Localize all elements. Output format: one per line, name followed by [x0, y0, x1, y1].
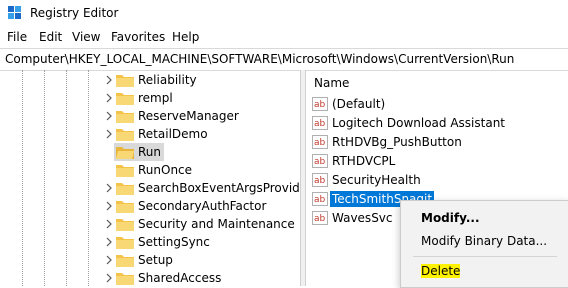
- string-value-icon: ab: [312, 211, 328, 225]
- value-row-securityhealth[interactable]: ab SecurityHealth: [312, 171, 568, 189]
- folder-open-icon: [116, 147, 134, 159]
- tree-item-runonce[interactable]: RunOnce: [104, 161, 300, 179]
- folder-icon: [116, 255, 134, 267]
- folder-icon: [116, 201, 134, 213]
- chevron-right-icon[interactable]: [104, 236, 114, 248]
- address-path[interactable]: Computer\HKEY_LOCAL_MACHINE\SOFTWARE\Mic…: [5, 52, 514, 66]
- key-tree[interactable]: Reliability rempl ReserveManager RetailD…: [0, 70, 300, 286]
- folder-icon: [116, 93, 134, 105]
- chevron-right-icon[interactable]: [104, 254, 114, 266]
- chevron-right-icon[interactable]: [104, 272, 114, 284]
- value-name: RTHDVCPL: [332, 154, 396, 168]
- tree-item-label: Reliability: [138, 73, 197, 87]
- tree-item-searchboxeventargsprovider[interactable]: SearchBoxEventArgsProvide: [104, 179, 300, 197]
- tree-item-label: Security and Maintenance: [138, 217, 295, 231]
- menu-item-modify[interactable]: Modify...: [421, 211, 480, 225]
- tree-item-sharedaccess[interactable]: SharedAccess: [104, 269, 300, 286]
- menu-edit[interactable]: Edit: [39, 30, 62, 44]
- menu-separator: [413, 256, 557, 257]
- svg-text:ab: ab: [314, 214, 326, 224]
- value-row-default[interactable]: ab (Default): [312, 95, 568, 113]
- tree-guide-line: [22, 70, 23, 286]
- tree-item-label: SharedAccess: [138, 271, 222, 285]
- tree-item-label: RetailDemo: [138, 127, 208, 141]
- folder-icon: [116, 219, 134, 231]
- menu-bar: File Edit View Favorites Help: [0, 27, 568, 47]
- chevron-right-icon[interactable]: [104, 128, 114, 140]
- tree-item-secondaryauthfactor[interactable]: SecondaryAuthFactor: [104, 197, 300, 215]
- folder-icon: [116, 237, 134, 249]
- context-menu: Modify... Modify Binary Data... Delete: [400, 200, 568, 288]
- value-name: Logitech Download Assistant: [332, 116, 506, 130]
- string-value-icon: ab: [312, 173, 328, 187]
- value-row-rthdvbg[interactable]: ab RtHDVBg_PushButton: [312, 133, 568, 151]
- tree-item-label: SecondaryAuthFactor: [138, 199, 267, 213]
- value-row-rthdvcpl[interactable]: ab RTHDVCPL: [312, 152, 568, 170]
- tree-item-label: ReserveManager: [138, 109, 239, 123]
- tree-item-label: Run: [138, 145, 162, 159]
- value-row-logitech[interactable]: ab Logitech Download Assistant: [312, 114, 568, 132]
- tree-item-label: RunOnce: [138, 163, 193, 177]
- menu-favorites[interactable]: Favorites: [111, 30, 165, 44]
- chevron-right-icon[interactable]: [104, 182, 114, 194]
- tree-item-settingsync[interactable]: SettingSync: [104, 233, 300, 251]
- svg-text:ab: ab: [314, 176, 326, 186]
- tree-guide-line: [88, 70, 89, 286]
- folder-icon: [116, 165, 134, 177]
- string-value-icon: ab: [312, 154, 328, 168]
- tree-item-security-and-maintenance[interactable]: Security and Maintenance: [104, 215, 300, 233]
- tree-item-label: rempl: [138, 91, 173, 105]
- value-name: WavesSvc: [332, 211, 393, 225]
- svg-text:ab: ab: [314, 195, 326, 205]
- chevron-right-icon[interactable]: [104, 92, 114, 104]
- address-bar[interactable]: Computer\HKEY_LOCAL_MACHINE\SOFTWARE\Mic…: [0, 48, 568, 71]
- window-title: Registry Editor: [30, 6, 119, 20]
- value-name: (Default): [332, 97, 386, 111]
- chevron-right-icon[interactable]: [104, 218, 114, 230]
- chevron-right-icon[interactable]: [104, 200, 114, 212]
- tree-item-reliability[interactable]: Reliability: [104, 71, 300, 89]
- registry-editor-icon: [8, 6, 21, 19]
- column-header-name[interactable]: Name: [306, 70, 568, 94]
- value-name: RtHDVBg_PushButton: [332, 135, 462, 149]
- string-value-icon: ab: [312, 135, 328, 149]
- folder-icon: [116, 111, 134, 123]
- tree-item-label: SearchBoxEventArgsProvide: [138, 181, 300, 195]
- chevron-right-icon[interactable]: [104, 74, 114, 86]
- menu-file[interactable]: File: [7, 30, 27, 44]
- folder-icon: [116, 129, 134, 141]
- tree-item-label: SettingSync: [138, 235, 210, 249]
- tree-item-run[interactable]: Run: [104, 143, 300, 161]
- menu-view[interactable]: View: [72, 30, 100, 44]
- value-name: SecurityHealth: [332, 173, 421, 187]
- folder-icon: [116, 183, 134, 195]
- tree-item-reservemanager[interactable]: ReserveManager: [104, 107, 300, 125]
- chevron-right-icon[interactable]: [104, 110, 114, 122]
- tree-item-setup[interactable]: Setup: [104, 251, 300, 269]
- string-value-icon: ab: [312, 116, 328, 130]
- svg-text:ab: ab: [314, 157, 326, 167]
- tree-item-rempl[interactable]: rempl: [104, 89, 300, 107]
- tree-guide-line: [66, 70, 67, 286]
- svg-text:ab: ab: [314, 100, 326, 110]
- string-value-icon: ab: [312, 97, 328, 111]
- string-value-icon: ab: [312, 192, 328, 206]
- folder-icon: [116, 75, 134, 87]
- tree-item-label: Setup: [138, 253, 173, 267]
- tree-guide-line: [44, 70, 45, 286]
- menu-item-modify-binary[interactable]: Modify Binary Data...: [421, 234, 547, 248]
- column-header-label: Name: [314, 76, 350, 90]
- tree-item-retaildemo[interactable]: RetailDemo: [104, 125, 300, 143]
- title-bar: Registry Editor: [0, 0, 568, 26]
- svg-text:ab: ab: [314, 119, 326, 129]
- menu-help[interactable]: Help: [172, 30, 199, 44]
- menu-item-delete[interactable]: Delete: [421, 264, 461, 278]
- svg-text:ab: ab: [314, 138, 326, 148]
- folder-icon: [116, 273, 134, 285]
